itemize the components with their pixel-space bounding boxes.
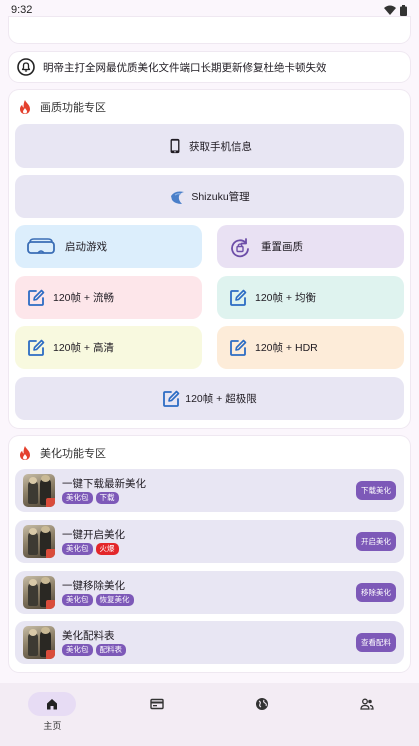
- beauty-section: 美化功能专区 一键下载最新美化 美化包 下载 下载美化 一键开启美化 美化包 火…: [9, 436, 410, 672]
- fps-hdr-button[interactable]: 120帧 + HDR: [217, 326, 404, 369]
- game-thumbnail: [23, 576, 55, 609]
- fps-smooth-button[interactable]: 120帧 + 流畅: [15, 276, 202, 319]
- download-beauty-button[interactable]: 下载美化: [356, 481, 396, 500]
- edit-icon: [230, 289, 247, 306]
- hot-badge: 火爆: [95, 543, 119, 555]
- notice-bar[interactable]: 明帝主打全网最优质美化文件端口长期更新修复杜绝卡顿失效: [9, 52, 410, 82]
- list-item: 一键开启美化 美化包 火爆 开启美化: [15, 520, 404, 563]
- game-thumbnail: [23, 525, 55, 558]
- phone-info-label: 获取手机信息: [189, 140, 252, 153]
- tag-badge: 配料表: [95, 644, 126, 656]
- tag-badge: 下载: [95, 492, 119, 504]
- fps-balanced-label: 120帧 + 均衡: [255, 292, 316, 304]
- remove-beauty-button[interactable]: 移除美化: [356, 583, 396, 602]
- edit-icon: [163, 390, 180, 407]
- tag-badge: 恢复美化: [95, 594, 134, 606]
- top-card: [9, 17, 410, 43]
- fps-smooth-label: 120帧 + 流畅: [53, 292, 114, 304]
- launch-game-label: 启动游戏: [65, 241, 107, 253]
- fps-balanced-button[interactable]: 120帧 + 均衡: [217, 276, 404, 319]
- enable-beauty-button[interactable]: 开启美化: [356, 532, 396, 551]
- tag-badge: 美化包: [62, 644, 93, 656]
- game-thumbnail: [23, 474, 55, 507]
- wifi-icon: [384, 5, 396, 15]
- phone-icon: [170, 138, 180, 154]
- beauty-section-header: 美化功能专区: [17, 445, 106, 461]
- fps-extreme-button[interactable]: 120帧 + 超极限: [15, 377, 404, 420]
- edit-icon: [28, 289, 45, 306]
- battery-icon: [400, 4, 407, 16]
- reset-lock-icon: [231, 237, 249, 257]
- quality-section-header: 画质功能专区: [17, 99, 106, 115]
- fps-hdr-label: 120帧 + HDR: [255, 342, 318, 354]
- fps-hd-label: 120帧 + 高清: [53, 342, 114, 354]
- item-title: 一键下载最新美化: [62, 478, 146, 490]
- nav-users[interactable]: [314, 683, 419, 746]
- quality-section-title: 画质功能专区: [40, 102, 106, 114]
- vr-headset-icon: [27, 237, 55, 254]
- reset-quality-label: 重置画质: [261, 241, 303, 253]
- nav-card[interactable]: [105, 683, 210, 746]
- launch-game-button[interactable]: 启动游戏: [15, 225, 202, 268]
- game-thumbnail: [23, 626, 55, 659]
- edit-icon: [230, 339, 247, 356]
- notice-bell-icon: [17, 58, 35, 76]
- users-icon: [359, 698, 374, 710]
- nav-home[interactable]: 主页: [0, 683, 105, 746]
- item-title: 一键移除美化: [62, 580, 125, 592]
- fps-extreme-label: 120帧 + 超极限: [185, 393, 257, 405]
- nav-home-label: 主页: [43, 721, 62, 731]
- phone-info-button[interactable]: 获取手机信息: [15, 124, 404, 168]
- shizuku-button[interactable]: Shizuku管理: [15, 175, 404, 218]
- tag-badge: 美化包: [62, 492, 93, 504]
- shizuku-label: Shizuku管理: [191, 191, 250, 203]
- item-title: 一键开启美化: [62, 529, 125, 541]
- tag-badge: 美化包: [62, 543, 93, 555]
- quality-section: 画质功能专区 获取手机信息 Shizuku管理 启动游戏 重置画质 120帧 +…: [9, 90, 410, 428]
- item-title: 美化配料表: [62, 630, 115, 642]
- flame-icon: [20, 446, 30, 460]
- list-item: 一键移除美化 美化包 恢复美化 移除美化: [15, 571, 404, 614]
- shizuku-icon: [171, 191, 185, 204]
- globe-icon: [255, 698, 268, 710]
- fps-hd-button[interactable]: 120帧 + 高清: [15, 326, 202, 369]
- nav-globe[interactable]: [210, 683, 315, 746]
- list-item: 一键下载最新美化 美化包 下载 下载美化: [15, 469, 404, 512]
- reset-quality-button[interactable]: 重置画质: [217, 225, 404, 268]
- edit-icon: [28, 339, 45, 356]
- notice-text: 明帝主打全网最优质美化文件端口长期更新修复杜绝卡顿失效: [43, 61, 327, 74]
- beauty-section-title: 美化功能专区: [40, 448, 106, 460]
- status-time: 9:32: [11, 4, 33, 16]
- card-icon: [150, 698, 164, 710]
- tag-badge: 美化包: [62, 594, 93, 606]
- view-ingredients-button[interactable]: 查看配料: [356, 633, 396, 652]
- list-item: 美化配料表 美化包 配料表 查看配料: [15, 621, 404, 664]
- home-icon: [47, 699, 58, 710]
- bottom-nav: 主页: [0, 683, 419, 746]
- flame-icon: [20, 100, 30, 114]
